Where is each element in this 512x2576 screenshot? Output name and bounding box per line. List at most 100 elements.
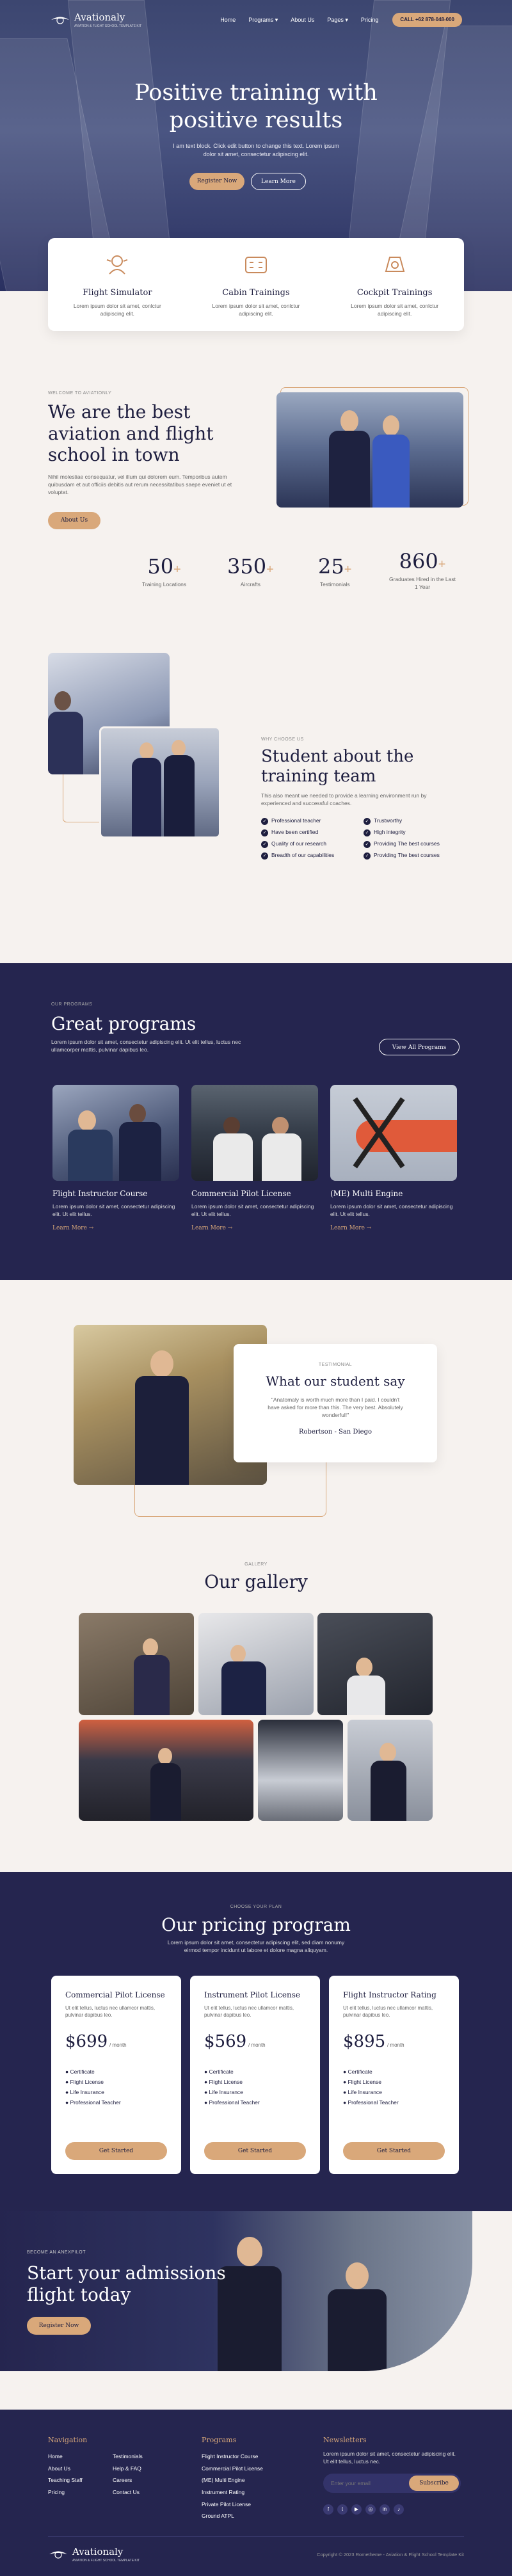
program-card[interactable]: Commercial Pilot License Lorem ipsum dol… xyxy=(191,1188,318,1233)
stat-item: 350+ Aircrafts xyxy=(227,552,274,589)
check-icon: ● xyxy=(204,2068,209,2075)
programs-section: OUR PROGRAMS Great programs Lorem ipsum … xyxy=(0,963,512,1280)
instagram-icon[interactable]: ◎ xyxy=(365,2504,376,2515)
subscribe-button[interactable]: Subscribe xyxy=(409,2476,459,2491)
get-started-button[interactable]: Get Started xyxy=(343,2142,445,2160)
checklist-item: ✓ Professional teacher xyxy=(261,817,364,825)
call-button[interactable]: CALL +62 878-048-000 xyxy=(392,13,462,27)
testimonial-title: What our student say xyxy=(266,1373,405,1389)
gallery-title: Our gallery xyxy=(204,1571,308,1592)
gallery-photo[interactable] xyxy=(79,1720,253,1821)
get-started-button[interactable]: Get Started xyxy=(204,2142,306,2160)
pricing-card: Commercial Pilot License Ut elit tellus,… xyxy=(51,1976,181,2174)
check-icon: ● xyxy=(65,2068,70,2075)
footer-programs-title: Programs xyxy=(202,2436,237,2444)
program-title: Commercial Pilot License xyxy=(191,1189,291,1198)
footer-link[interactable]: Pricing xyxy=(48,2486,83,2499)
gallery-photo[interactable] xyxy=(258,1720,343,1821)
link-label: Learn More xyxy=(191,1224,226,1231)
footer-link[interactable]: Home xyxy=(48,2451,83,2463)
hero-buttons: Register Now Learn More xyxy=(189,173,306,190)
menu-pages[interactable]: Pages ▾ xyxy=(327,16,348,24)
footer-link[interactable]: Commercial Pilot License xyxy=(202,2463,263,2475)
learn-more-button[interactable]: Learn More xyxy=(251,173,306,190)
feature-text: Life Insurance xyxy=(348,2088,382,2095)
footer-logo[interactable]: Avationaly AVIATION & FLIGHT SCHOOL TEMP… xyxy=(48,2545,140,2563)
stat-item: 860+ Graduates Hired in the Last 1 Year xyxy=(387,547,458,591)
newsletter-form: Subscribe xyxy=(323,2474,461,2493)
cta-title-line2: flight today xyxy=(27,2284,131,2305)
pilots-photo xyxy=(276,392,463,508)
footer-link[interactable]: Flight Instructor Course xyxy=(202,2451,263,2463)
feature-text: Life Insurance xyxy=(209,2088,243,2095)
chevron-down-icon: ▾ xyxy=(345,16,348,23)
footer-link[interactable]: Contact Us xyxy=(113,2486,143,2499)
register-button[interactable]: Register Now xyxy=(189,173,244,190)
footer-link[interactable]: Careers xyxy=(113,2474,143,2486)
about-title: We are the best aviation and flight scho… xyxy=(48,401,214,466)
stat-label: Training Locations xyxy=(142,580,187,588)
pricing-eyebrow: CHOOSE YOUR PLAN xyxy=(230,1905,282,1909)
about-us-button[interactable]: About Us xyxy=(48,512,100,529)
link-label: Learn More xyxy=(52,1224,87,1231)
why-text: This also meant we needed to provide a l… xyxy=(261,792,427,806)
program-photo-multi-engine xyxy=(330,1085,457,1181)
view-all-programs-button[interactable]: View All Programs xyxy=(379,1039,460,1055)
why-eyebrow: WHY CHOOSE US xyxy=(261,737,304,742)
flight-simulator-icon xyxy=(107,255,128,275)
program-card[interactable]: Flight Instructor Course Lorem ipsum dol… xyxy=(52,1188,179,1233)
arrow-right-icon: → xyxy=(88,1224,94,1231)
program-title: (ME) Multi Engine xyxy=(330,1189,403,1198)
stat-item: 50+ Training Locations xyxy=(142,552,186,589)
check-icon: ✓ xyxy=(364,852,371,860)
logo[interactable]: Avationaly AVIATION & FLIGHT SCHOOL TEMP… xyxy=(50,11,141,29)
footer-link[interactable]: Testimonials xyxy=(113,2451,143,2463)
gallery-photo[interactable] xyxy=(348,1720,433,1821)
linkedin-icon[interactable]: in xyxy=(380,2504,390,2515)
plan-features: ● Certificate ● Flight License ● Life In… xyxy=(65,2067,167,2108)
check-icon: ✓ xyxy=(364,818,371,825)
plan-period: / month xyxy=(109,2042,127,2049)
check-icon: ● xyxy=(65,2078,70,2085)
youtube-icon[interactable]: ▶ xyxy=(351,2504,362,2515)
tiktok-icon[interactable]: ♪ xyxy=(394,2504,404,2515)
program-learn-more-link[interactable]: Learn More → xyxy=(52,1225,93,1231)
footer-link[interactable]: About Us xyxy=(48,2463,83,2475)
cta-register-button[interactable]: Register Now xyxy=(27,2317,91,2335)
plan-name: Commercial Pilot License xyxy=(65,1990,165,1999)
feature-text: Professional Teacher xyxy=(209,2099,260,2106)
menu-about[interactable]: About Us xyxy=(291,16,314,24)
twitter-icon[interactable]: t xyxy=(337,2504,348,2515)
footer-link[interactable]: Instrument Rating xyxy=(202,2486,263,2499)
gallery-photo[interactable] xyxy=(198,1613,314,1715)
footer-link[interactable]: (ME) Multi Engine xyxy=(202,2474,263,2486)
get-started-button[interactable]: Get Started xyxy=(65,2142,167,2160)
program-learn-more-link[interactable]: Learn More → xyxy=(330,1225,371,1231)
testimonial-card: TESTIMONIAL What our student say "Anatom… xyxy=(234,1344,437,1462)
menu-programs[interactable]: Programs ▾ xyxy=(248,16,278,24)
check-icon: ✓ xyxy=(261,818,268,825)
footer-link[interactable]: Ground ATPL xyxy=(202,2510,263,2522)
plan-period: / month xyxy=(248,2042,266,2049)
plan-desc: Ut elit tellus, luctus nec ullamcor matt… xyxy=(65,2004,156,2018)
facebook-icon[interactable]: f xyxy=(323,2504,333,2515)
gallery-photo[interactable] xyxy=(317,1613,433,1715)
menu-home[interactable]: Home xyxy=(220,16,236,24)
feature-text: Flight License xyxy=(70,2078,104,2085)
footer-link[interactable]: Help & FAQ xyxy=(113,2463,143,2475)
about-section: WELCOME TO AVIATIONLY We are the best av… xyxy=(0,291,512,963)
program-learn-more-link[interactable]: Learn More → xyxy=(191,1225,232,1231)
email-input[interactable] xyxy=(331,2480,409,2486)
checklist-text: Providing The best courses xyxy=(374,840,440,847)
plan-period: / month xyxy=(387,2042,404,2049)
program-card[interactable]: (ME) Multi Engine Lorem ipsum dolor sit … xyxy=(330,1188,457,1233)
plan-price: $699 xyxy=(65,2032,108,2052)
stat-label: Testimonials xyxy=(319,580,350,588)
menu-pricing[interactable]: Pricing xyxy=(361,16,379,24)
plan-feature-item: ● Professional Teacher xyxy=(204,2097,306,2108)
stat-label: Graduates Hired in the Last 1 Year xyxy=(389,575,456,590)
plan-feature-item: ● Certificate xyxy=(204,2067,306,2077)
gallery-photo[interactable] xyxy=(79,1613,194,1715)
footer-link[interactable]: Teaching Staff xyxy=(48,2474,83,2486)
logo-text: Avationaly xyxy=(72,2546,124,2557)
